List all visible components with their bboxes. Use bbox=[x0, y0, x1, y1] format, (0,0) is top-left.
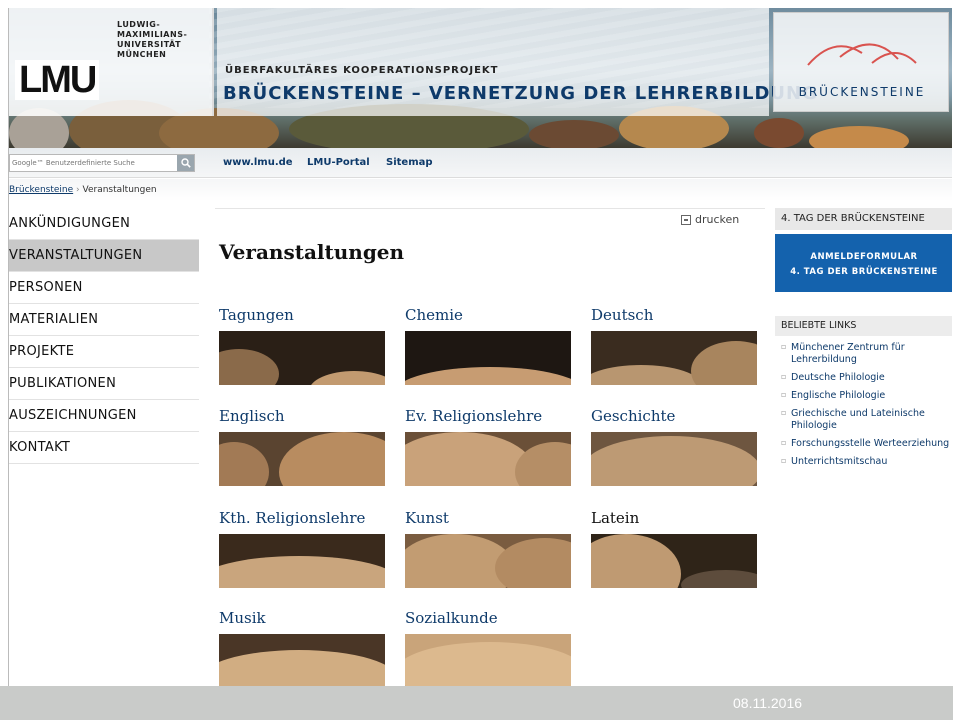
search-icon bbox=[180, 158, 191, 168]
breadcrumb-home-link[interactable]: Brückensteine bbox=[9, 185, 73, 195]
tile-label[interactable]: Kunst bbox=[405, 508, 571, 534]
print-icon bbox=[681, 214, 691, 225]
tile-label[interactable]: Geschichte bbox=[591, 406, 757, 432]
project-title-box: ÜBERFAKULTÄRES KOOPERATIONSPROJEKT BRÜCK… bbox=[217, 8, 817, 116]
tile-label[interactable]: Deutsch bbox=[591, 305, 757, 331]
print-label: drucken bbox=[695, 213, 740, 226]
tile-image[interactable] bbox=[591, 432, 757, 486]
popular-links-list: Münchener Zentrum für Lehrerbildung Deut… bbox=[775, 341, 952, 468]
top-navigation-bar: www.lmu.de LMU-Portal Sitemap bbox=[9, 148, 952, 178]
search-input[interactable] bbox=[12, 156, 176, 170]
lmu-name-line: MAXIMILIANS- bbox=[117, 30, 188, 39]
tile-label[interactable]: Englisch bbox=[219, 406, 385, 432]
tile-englisch[interactable]: Englisch bbox=[219, 406, 385, 486]
lmu-logo[interactable]: LMU LUDWIG- MAXIMILIANS- UNIVERSITÄT MÜN… bbox=[9, 8, 214, 116]
breadcrumb-current: Veranstaltungen bbox=[82, 185, 157, 195]
popular-link[interactable]: Münchener Zentrum für Lehrerbildung bbox=[775, 341, 952, 366]
banner-rock bbox=[529, 120, 619, 148]
breadcrumb: Brückensteine › Veranstaltungen bbox=[9, 185, 157, 195]
popular-link[interactable]: Englische Philologie bbox=[775, 389, 952, 402]
tile-image[interactable] bbox=[405, 331, 571, 385]
tile-chemie[interactable]: Chemie bbox=[405, 305, 571, 385]
menu-item-materialien[interactable]: MATERIALIEN bbox=[9, 304, 199, 336]
tile-kth-religionslehre[interactable]: Kth. Religionslehre bbox=[219, 508, 385, 588]
menu-item-kontakt[interactable]: KONTAKT bbox=[9, 432, 199, 464]
banner-rock bbox=[809, 126, 909, 148]
registration-button[interactable]: ANMELDEFORMULAR 4. TAG DER BRÜCKENSTEINE bbox=[775, 234, 952, 292]
tile-label[interactable]: Musik bbox=[219, 608, 385, 634]
main-menu: ANKÜNDIGUNGEN VERANSTALTUNGEN PERSONEN M… bbox=[9, 208, 199, 464]
tile-geschichte[interactable]: Geschichte bbox=[591, 406, 757, 486]
tile-image[interactable] bbox=[591, 331, 757, 385]
tile-label[interactable]: Ev. Religionslehre bbox=[405, 406, 571, 432]
search-box bbox=[9, 154, 195, 172]
tile-label[interactable]: Sozialkunde bbox=[405, 608, 571, 634]
breadcrumb-separator: › bbox=[76, 185, 80, 195]
brueckensteine-logo[interactable]: BRÜCKENSTEINE bbox=[773, 12, 949, 112]
toplink-lmu-portal[interactable]: LMU-Portal bbox=[307, 157, 370, 168]
project-title: BRÜCKENSTEINE – VERNETZUNG DER LEHRERBIL… bbox=[223, 83, 818, 104]
tile-label[interactable]: Chemie bbox=[405, 305, 571, 331]
header-banner: LMU LUDWIG- MAXIMILIANS- UNIVERSITÄT MÜN… bbox=[9, 8, 952, 148]
tile-latein: Latein bbox=[591, 508, 757, 588]
print-link[interactable]: drucken bbox=[681, 213, 739, 226]
tile-label[interactable]: Tagungen bbox=[219, 305, 385, 331]
event-heading: 4. TAG DER BRÜCKENSTEINE bbox=[775, 208, 952, 230]
tile-label[interactable]: Kth. Religionslehre bbox=[219, 508, 385, 534]
tile-image[interactable] bbox=[219, 634, 385, 686]
content-divider bbox=[215, 208, 765, 209]
tile-deutsch[interactable]: Deutsch bbox=[591, 305, 757, 385]
tile-label: Latein bbox=[591, 509, 640, 527]
toplink-sitemap[interactable]: Sitemap bbox=[386, 157, 433, 168]
lmu-logo-letters: LMU bbox=[15, 60, 100, 100]
menu-item-personen[interactable]: PERSONEN bbox=[9, 272, 199, 304]
tile-image[interactable] bbox=[405, 634, 571, 686]
toplink-lmu-de[interactable]: www.lmu.de bbox=[223, 157, 293, 168]
lmu-name-line: MÜNCHEN bbox=[117, 50, 167, 59]
brueckensteine-logo-text: BRÜCKENSTEINE bbox=[798, 85, 926, 99]
tile-image[interactable] bbox=[219, 331, 385, 385]
menu-item-auszeichnungen[interactable]: AUSZEICHNUNGEN bbox=[9, 400, 199, 432]
browser-page: LMU LUDWIG- MAXIMILIANS- UNIVERSITÄT MÜN… bbox=[8, 8, 952, 686]
menu-item-veranstaltungen[interactable]: VERANSTALTUNGEN bbox=[9, 240, 199, 272]
popular-link[interactable]: Deutsche Philologie bbox=[775, 371, 952, 384]
tile-tagungen[interactable]: Tagungen bbox=[219, 305, 385, 385]
footer-date: 08.11.2016 bbox=[733, 695, 803, 711]
popular-link[interactable]: Griechische und Lateinische Philologie bbox=[775, 407, 952, 432]
tile-musik[interactable]: Musik bbox=[219, 608, 385, 686]
registration-button-line1: ANMELDEFORMULAR bbox=[810, 252, 918, 262]
lmu-name-line: LUDWIG- bbox=[117, 20, 161, 29]
slide-footer: 08.11.2016 bbox=[0, 686, 953, 720]
lmu-name-line: UNIVERSITÄT bbox=[117, 40, 182, 49]
tile-sozialkunde[interactable]: Sozialkunde bbox=[405, 608, 571, 686]
popular-links-heading: BELIEBTE LINKS bbox=[775, 316, 952, 336]
lmu-university-name: LUDWIG- MAXIMILIANS- UNIVERSITÄT MÜNCHEN bbox=[117, 20, 187, 60]
breadcrumb-bar: Brückensteine › Veranstaltungen bbox=[9, 179, 952, 201]
menu-item-projekte[interactable]: PROJEKTE bbox=[9, 336, 199, 368]
project-subtitle: ÜBERFAKULTÄRES KOOPERATIONSPROJEKT bbox=[225, 65, 499, 76]
tile-image[interactable] bbox=[219, 432, 385, 486]
registration-button-line2: 4. TAG DER BRÜCKENSTEINE bbox=[790, 267, 938, 277]
menu-item-ankuendigungen[interactable]: ANKÜNDIGUNGEN bbox=[9, 208, 199, 240]
bridge-arcs-icon bbox=[807, 43, 917, 66]
menu-item-publikationen[interactable]: PUBLIKATIONEN bbox=[9, 368, 199, 400]
tile-image[interactable] bbox=[405, 432, 571, 486]
right-sidebar: 4. TAG DER BRÜCKENSTEINE ANMELDEFORMULAR… bbox=[775, 208, 952, 474]
popular-link[interactable]: Forschungsstelle Werteerziehung und Lehr… bbox=[775, 438, 952, 450]
tile-image[interactable] bbox=[405, 534, 571, 588]
tile-image[interactable] bbox=[219, 534, 385, 588]
tile-ev-religionslehre[interactable]: Ev. Religionslehre bbox=[405, 406, 571, 486]
tile-image bbox=[591, 534, 757, 588]
search-button[interactable] bbox=[177, 155, 194, 171]
page-title: Veranstaltungen bbox=[219, 240, 405, 264]
popular-link[interactable]: Unterrichtsmitschau bbox=[775, 455, 952, 468]
banner-rock bbox=[754, 118, 804, 148]
tile-kunst[interactable]: Kunst bbox=[405, 508, 571, 588]
